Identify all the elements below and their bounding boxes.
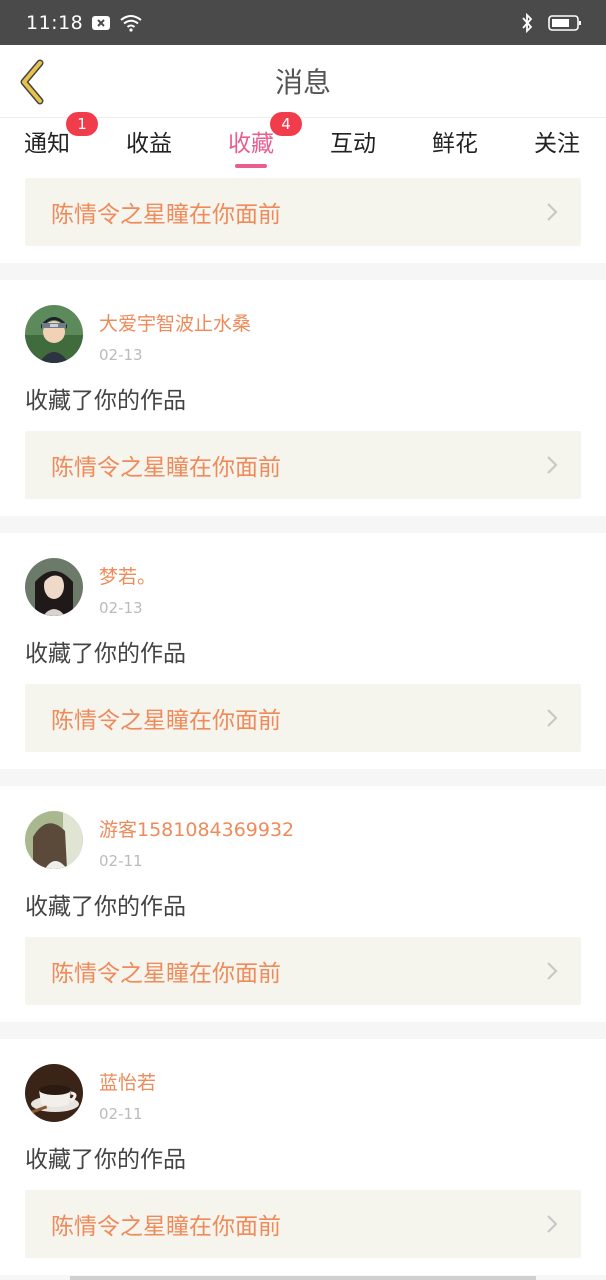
message-card: 游客1581084369932 02-11 收藏了你的作品 陈情令之星瞳在你面前	[0, 786, 606, 1022]
message-date: 02-11	[99, 1105, 143, 1123]
tab-label: 收藏	[228, 131, 274, 157]
unread-badge: 1	[66, 112, 98, 136]
action-text: 收藏了你的作品	[25, 388, 186, 414]
work-link[interactable]: 陈情令之星瞳在你面前	[25, 1190, 581, 1258]
chevron-right-icon	[547, 456, 558, 474]
app-header: 消息	[0, 45, 606, 118]
chevron-right-icon	[547, 1215, 558, 1233]
action-text: 收藏了你的作品	[25, 641, 186, 667]
battery-icon	[548, 14, 581, 31]
chevron-right-icon	[547, 203, 558, 221]
message-date: 02-11	[99, 852, 143, 870]
ninja-avatar[interactable]	[25, 305, 83, 363]
work-link[interactable]: 陈情令之星瞳在你面前	[25, 178, 581, 246]
coffee-avatar[interactable]	[25, 1064, 83, 1122]
status-time: 11:18	[26, 11, 84, 34]
tab-label: 鲜花	[432, 131, 478, 157]
work-link[interactable]: 陈情令之星瞳在你面前	[25, 937, 581, 1005]
work-title: 陈情令之星瞳在你面前	[51, 202, 281, 228]
chevron-right-icon	[547, 709, 558, 727]
notification-x-icon	[92, 15, 111, 30]
status-bar: 11:18	[0, 0, 606, 45]
username[interactable]: 蓝怡若	[99, 1068, 156, 1095]
tab-label: 收益	[126, 131, 172, 157]
work-title: 陈情令之星瞳在你面前	[51, 455, 281, 481]
tab-bar: 通知 1 收益 收藏 4 互动 鲜花 关注	[0, 112, 606, 170]
message-card: 大爱宇智波止水桑 02-13 收藏了你的作品 陈情令之星瞳在你面前	[0, 280, 606, 516]
woman-avatar[interactable]	[25, 558, 83, 616]
tab-label: 通知	[24, 131, 70, 157]
tab-earnings[interactable]: 收益	[126, 118, 172, 170]
unread-badge: 4	[270, 112, 302, 136]
work-title: 陈情令之星瞳在你面前	[51, 961, 281, 987]
username[interactable]: 梦若。	[99, 562, 156, 589]
tab-follow[interactable]: 关注	[534, 118, 580, 170]
tab-interaction[interactable]: 互动	[330, 118, 376, 170]
tab-label: 关注	[534, 131, 580, 157]
username[interactable]: 游客1581084369932	[99, 815, 294, 842]
work-title: 陈情令之星瞳在你面前	[51, 708, 281, 734]
tab-notice[interactable]: 通知 1	[24, 112, 98, 170]
username[interactable]: 大爱宇智波止水桑	[99, 309, 251, 336]
tab-label: 互动	[330, 131, 376, 157]
message-card: 蓝怡若 02-11 收藏了你的作品 陈情令之星瞳在你面前	[0, 1039, 606, 1275]
page-title: 消息	[274, 66, 331, 99]
back-arrow-icon[interactable]	[16, 59, 48, 105]
action-text: 收藏了你的作品	[25, 894, 186, 920]
message-date: 02-13	[99, 346, 143, 364]
work-title: 陈情令之星瞳在你面前	[51, 1214, 281, 1240]
tab-flowers[interactable]: 鲜花	[432, 118, 478, 170]
chevron-right-icon	[547, 962, 558, 980]
wifi-icon	[120, 14, 142, 32]
action-text: 收藏了你的作品	[25, 1147, 186, 1173]
message-card: 梦若。 02-13 收藏了你的作品 陈情令之星瞳在你面前	[0, 533, 606, 769]
bottom-divider	[70, 1276, 536, 1280]
girl-hair-avatar[interactable]	[25, 811, 83, 869]
tab-favorites[interactable]: 收藏 4	[228, 112, 302, 170]
message-date: 02-13	[99, 599, 143, 617]
message-card: 陈情令之星瞳在你面前	[0, 170, 606, 263]
message-list[interactable]: 陈情令之星瞳在你面前 大爱宇智波止水桑 02-13 收藏了你的作品 陈情令之星瞳…	[0, 170, 606, 1280]
work-link[interactable]: 陈情令之星瞳在你面前	[25, 684, 581, 752]
work-link[interactable]: 陈情令之星瞳在你面前	[25, 431, 581, 499]
bluetooth-icon	[522, 12, 533, 33]
